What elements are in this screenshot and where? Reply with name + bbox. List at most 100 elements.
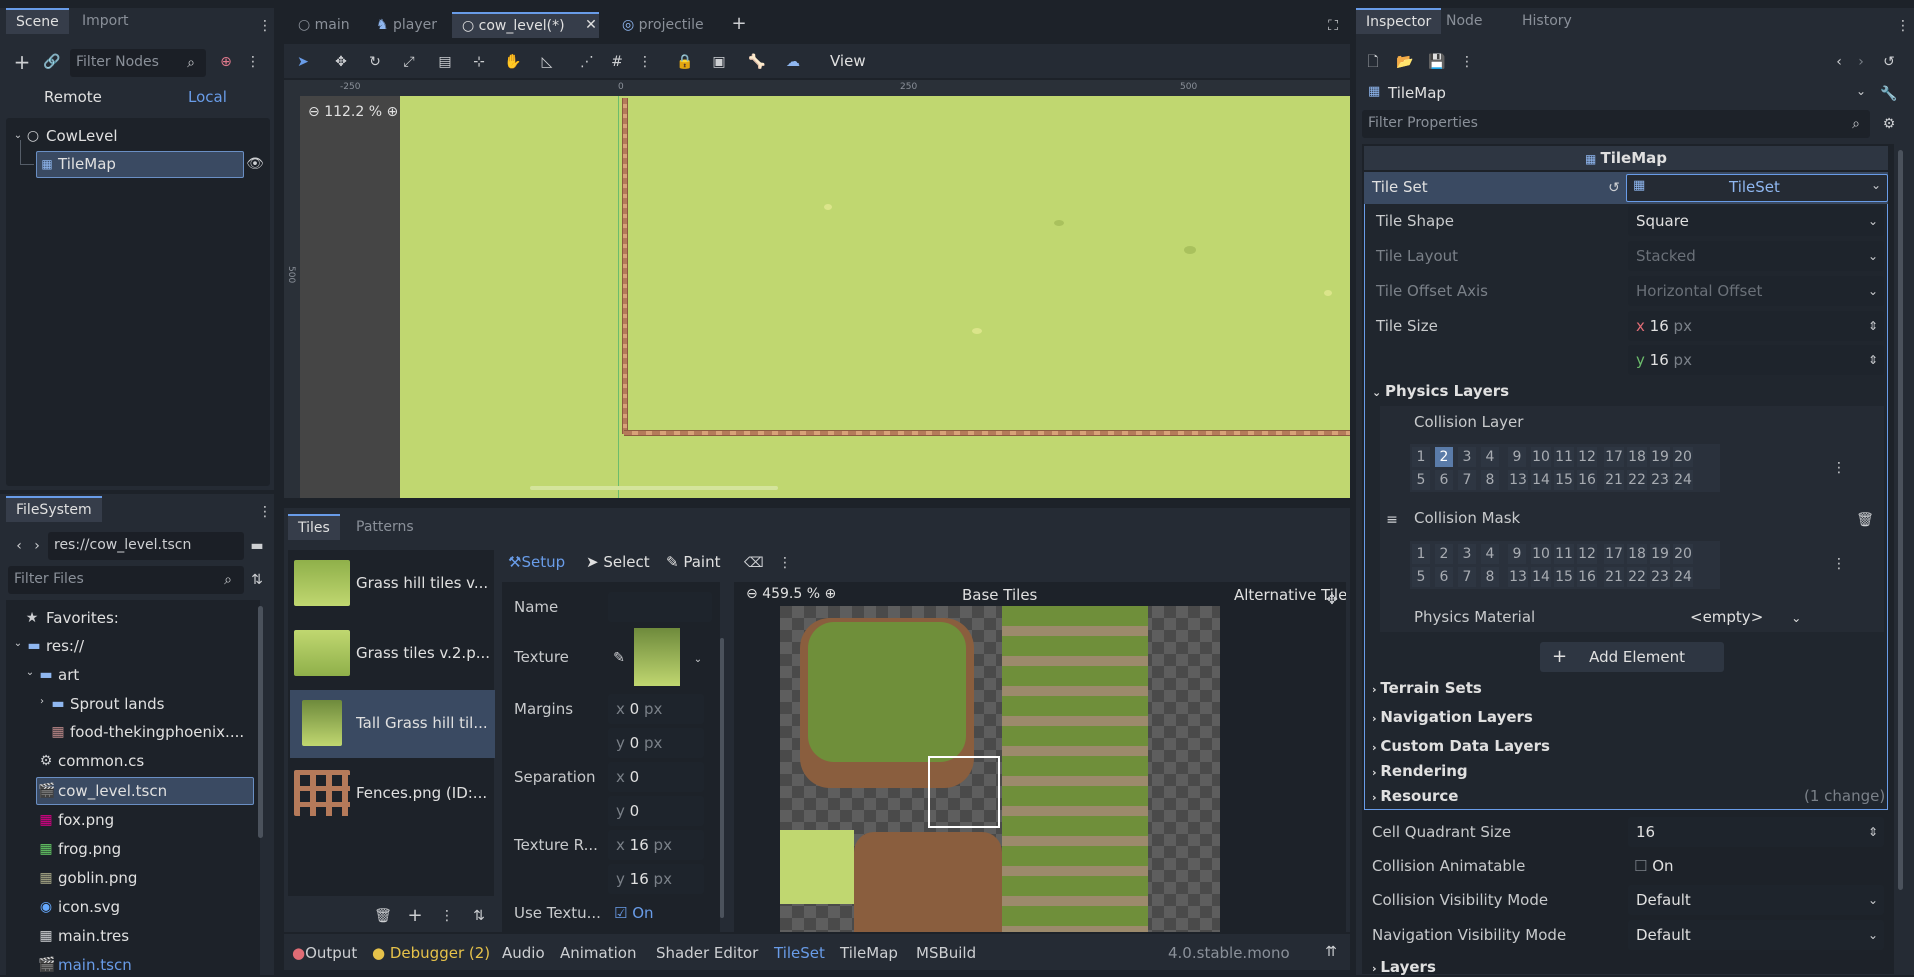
- add-icon[interactable]: +: [406, 906, 424, 926]
- tile-source-item-selected[interactable]: Tall Grass hill til...: [290, 690, 495, 758]
- physics-layers-section[interactable]: ⌄ Physics Layers: [1372, 382, 1509, 400]
- smart-snap-icon[interactable]: ⋰: [578, 52, 596, 72]
- forward-arrow-icon[interactable]: ›: [30, 536, 44, 556]
- layer-bit-17[interactable]: 17: [1604, 447, 1624, 467]
- link-icon[interactable]: 🔗: [42, 52, 62, 72]
- bottom-tab-msbuild[interactable]: MSBuild: [916, 943, 976, 963]
- group-icon[interactable]: ▣: [710, 52, 728, 72]
- sort-icon[interactable]: ⇅: [470, 906, 488, 926]
- tab-import[interactable]: Import: [72, 8, 138, 34]
- collision-layer-grid[interactable]: 1 2 3 4 9 10 11 12 17 18 19 20 5 6 7 8 13 14 15 16 21 22 23 24: [1410, 444, 1720, 492]
- more-vertical-icon[interactable]: ⋮: [258, 502, 272, 522]
- scene-tab-player[interactable]: ♞ player: [366, 12, 447, 38]
- collision-animatable-checkbox[interactable]: ☐ On: [1634, 857, 1674, 875]
- texture-edit-icon[interactable]: ✎: [612, 648, 626, 668]
- particles-icon[interactable]: ☁: [784, 52, 802, 72]
- new-resource-icon[interactable]: 🗋: [1364, 52, 1382, 72]
- layer-bit-17[interactable]: 17: [1604, 544, 1624, 564]
- split-mode-icon[interactable]: ▬: [248, 536, 266, 556]
- tile-size-x-input[interactable]: x 16 px ⇕: [1628, 311, 1884, 341]
- layer-bit-14[interactable]: 14: [1531, 470, 1551, 490]
- separation-y-input[interactable]: y 0: [608, 796, 704, 826]
- layer-bit-10[interactable]: 10: [1531, 447, 1551, 467]
- local-button[interactable]: Local: [188, 88, 227, 106]
- mode-paint[interactable]: ✎ Paint: [666, 553, 720, 571]
- layer-bit-21[interactable]: 21: [1604, 470, 1624, 490]
- tab-scene[interactable]: Scene: [6, 8, 69, 34]
- filter-files-input[interactable]: Filter Files: [8, 566, 244, 594]
- collision-mask-grid[interactable]: 1 2 3 4 9 10 11 12 17 18 19 20 5 6 7 8 13 14 15 16 21 22 23 24: [1410, 541, 1720, 589]
- more-vertical-icon[interactable]: ⋮: [246, 52, 260, 72]
- tileset-resource-picker[interactable]: ▦ TileSet ⌄: [1626, 174, 1888, 202]
- back-arrow-icon[interactable]: ‹: [12, 536, 26, 556]
- physics-material-value[interactable]: <empty> ⌄: [1690, 608, 1801, 626]
- tab-inspector[interactable]: Inspector: [1356, 8, 1442, 34]
- prop-name-input[interactable]: [608, 592, 712, 622]
- more-vertical-icon[interactable]: ⋮: [638, 52, 652, 72]
- tile-size-y-input[interactable]: y 16 px ⇕: [1628, 345, 1884, 375]
- file-item-fox[interactable]: fox.png: [58, 808, 114, 832]
- layers-section[interactable]: › Layers: [1372, 958, 1436, 976]
- layer-bit-15[interactable]: 15: [1554, 470, 1574, 490]
- rendering-section[interactable]: › Rendering: [1372, 762, 1468, 780]
- revert-icon[interactable]: ↺: [1606, 178, 1622, 198]
- file-item-goblin[interactable]: goblin.png: [58, 866, 137, 890]
- terrain-sets-section[interactable]: › Terrain Sets: [1372, 679, 1482, 697]
- layer-bit-7[interactable]: 7: [1458, 567, 1476, 587]
- close-icon[interactable]: ✕: [583, 15, 599, 35]
- chevron-down-icon[interactable]: ⌄: [12, 634, 24, 654]
- scale-tool-icon[interactable]: ⤢: [400, 52, 418, 72]
- bottom-tab-audio[interactable]: Audio: [502, 943, 545, 963]
- layer-bit-24[interactable]: 24: [1673, 567, 1693, 587]
- layer-bit-23[interactable]: 23: [1650, 470, 1670, 490]
- tab-tiles[interactable]: Tiles: [288, 514, 340, 540]
- pan-tool-icon[interactable]: ✋: [504, 52, 522, 72]
- layer-bit-3[interactable]: 3: [1458, 447, 1476, 467]
- atlas-selected-tile[interactable]: [928, 756, 1000, 828]
- more-vertical-icon[interactable]: ⋮: [778, 553, 792, 573]
- zoom-out-icon[interactable]: ⊖: [308, 104, 324, 120]
- tab-history[interactable]: History: [1512, 8, 1582, 34]
- layer-bit-7[interactable]: 7: [1458, 470, 1476, 490]
- tile-offset-axis-select[interactable]: Horizontal Offset ⌄: [1628, 276, 1884, 306]
- visibility-eye-icon[interactable]: 👁: [246, 154, 264, 174]
- layer-bit-20[interactable]: 20: [1673, 544, 1693, 564]
- trash-icon[interactable]: 🗑: [374, 906, 392, 926]
- bottom-tab-animation[interactable]: Animation: [560, 943, 636, 963]
- layer-bit-10[interactable]: 10: [1531, 544, 1551, 564]
- file-item-main-tres[interactable]: main.tres: [58, 924, 129, 948]
- bone-icon[interactable]: 🦴: [748, 52, 766, 72]
- tile-layout-select[interactable]: Stacked ⌄: [1628, 241, 1884, 271]
- object-history-icon[interactable]: ↺: [1880, 52, 1898, 72]
- layer-bit-12[interactable]: 12: [1577, 447, 1597, 467]
- tile-source-item[interactable]: Fences.png (ID:...: [290, 760, 495, 828]
- eraser-icon[interactable]: ⌫: [744, 553, 764, 573]
- layer-bit-24[interactable]: 24: [1673, 470, 1693, 490]
- layer-bit-23[interactable]: 23: [1650, 567, 1670, 587]
- layer-bit-21[interactable]: 21: [1604, 567, 1624, 587]
- zoom-out-icon[interactable]: ⊖: [746, 586, 762, 602]
- add-tab-icon[interactable]: +: [730, 14, 748, 34]
- ruler-tool-icon[interactable]: ◺: [538, 52, 556, 72]
- filter-settings-icon[interactable]: ⚙: [1880, 114, 1898, 134]
- layer-bit-19[interactable]: 19: [1650, 447, 1670, 467]
- scene-tab-main[interactable]: ○ main: [288, 12, 360, 38]
- layer-bit-16[interactable]: 16: [1577, 567, 1597, 587]
- zoom-in-icon[interactable]: ⊕: [820, 586, 836, 602]
- layer-bit-13[interactable]: 13: [1508, 567, 1528, 587]
- layer-bit-22[interactable]: 22: [1627, 470, 1647, 490]
- layer-bit-2[interactable]: 2: [1435, 544, 1453, 564]
- open-folder-icon[interactable]: 📂: [1396, 52, 1414, 72]
- h-scrollbar[interactable]: [530, 486, 778, 490]
- use-texture-checkbox[interactable]: ☑ On: [614, 904, 654, 922]
- navigation-visibility-select[interactable]: Default ⌄: [1628, 920, 1884, 950]
- texture-preview[interactable]: [634, 628, 680, 686]
- more-vertical-icon[interactable]: ⋮: [1832, 458, 1846, 478]
- more-vertical-icon[interactable]: ⋮: [1460, 52, 1474, 72]
- separation-x-input[interactable]: x 0: [608, 762, 704, 792]
- trash-icon[interactable]: 🗑: [1856, 510, 1874, 530]
- history-forward-icon[interactable]: ›: [1854, 52, 1868, 72]
- layer-bit-8[interactable]: 8: [1481, 470, 1499, 490]
- layer-bit-18[interactable]: 18: [1627, 544, 1647, 564]
- mode-setup[interactable]: ⚒Setup: [508, 553, 565, 571]
